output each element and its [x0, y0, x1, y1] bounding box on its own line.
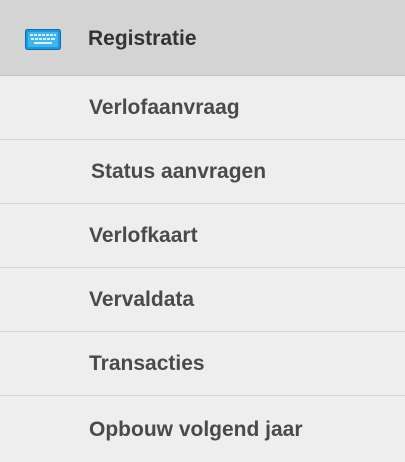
menu-header-label: Registratie: [88, 27, 197, 50]
menu-item-opbouw-volgend-jaar[interactable]: Opbouw volgend jaar: [0, 396, 405, 462]
menu-item-status-aanvragen[interactable]: Status aanvragen: [0, 140, 405, 204]
keyboard-icon: [25, 29, 61, 50]
menu-item-label: Status aanvragen: [91, 160, 267, 183]
menu-item-verlofkaart[interactable]: Verlofkaart: [0, 204, 405, 268]
menu-item-label: Transacties: [89, 352, 205, 375]
registration-menu: Registratie Verlofaanvraag Status aanvra…: [0, 0, 405, 462]
menu-item-label: Verlofkaart: [89, 224, 198, 247]
menu-header-registratie[interactable]: Registratie: [0, 0, 405, 76]
menu-item-transacties[interactable]: Transacties: [0, 332, 405, 396]
menu-item-label: Opbouw volgend jaar: [89, 418, 303, 441]
menu-item-vervaldata[interactable]: Vervaldata: [0, 268, 405, 332]
menu-item-label: Verlofaanvraag: [89, 96, 240, 119]
menu-item-label: Vervaldata: [89, 288, 195, 311]
menu-item-verlofaanvraag[interactable]: Verlofaanvraag: [0, 76, 405, 140]
